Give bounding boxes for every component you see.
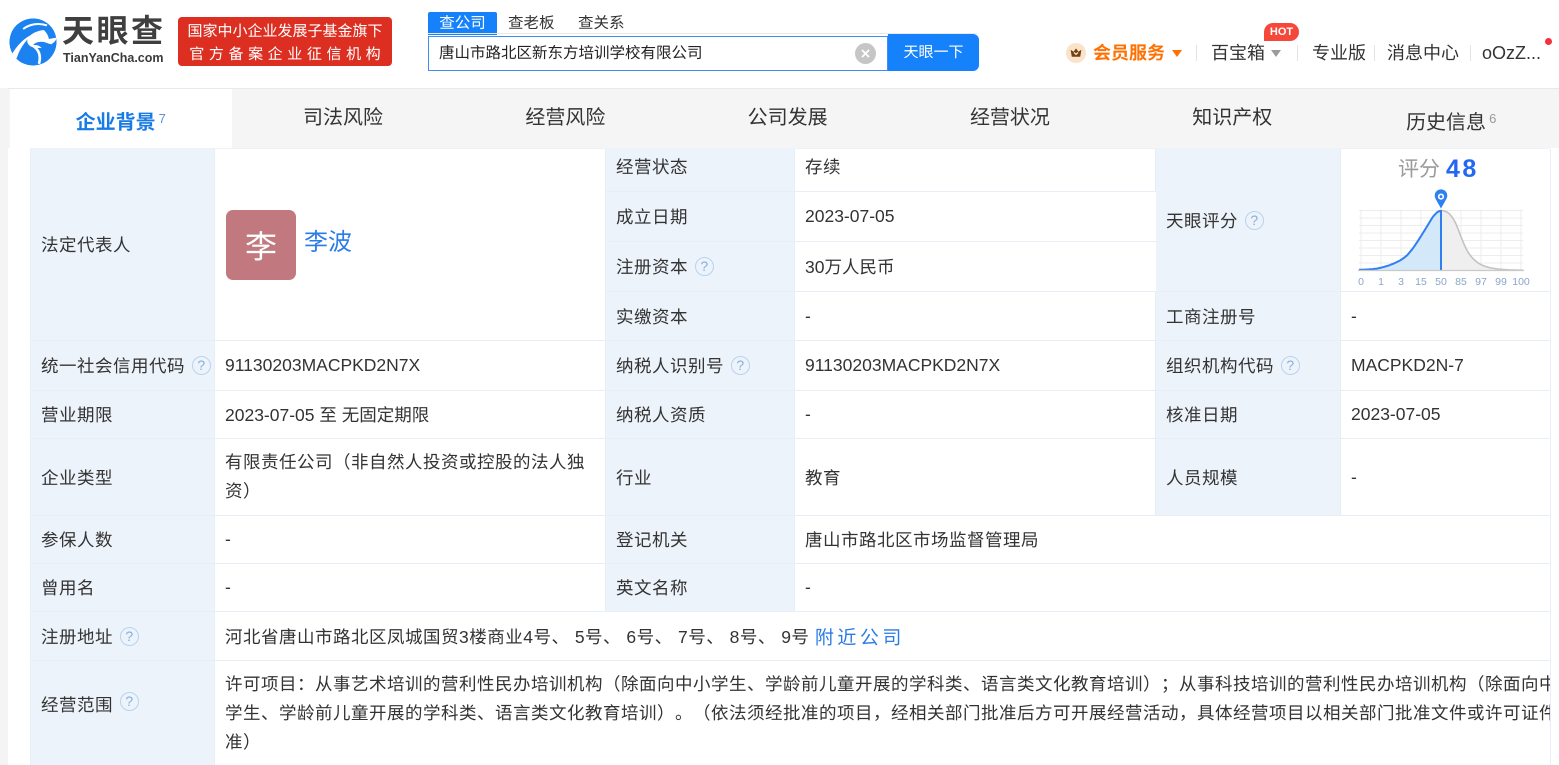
svg-text:99: 99 xyxy=(1495,276,1507,288)
svg-text:100: 100 xyxy=(1512,276,1530,288)
svg-text:评分: 评分 xyxy=(1398,153,1440,183)
svg-text:48: 48 xyxy=(1446,155,1479,183)
svg-text:15: 15 xyxy=(1415,276,1427,288)
svg-text:97: 97 xyxy=(1475,276,1487,288)
svg-text:0: 0 xyxy=(1358,276,1364,288)
svg-text:85: 85 xyxy=(1455,276,1467,288)
svg-text:50: 50 xyxy=(1435,276,1447,288)
svg-text:1: 1 xyxy=(1378,276,1384,288)
svg-text:3: 3 xyxy=(1398,276,1404,288)
